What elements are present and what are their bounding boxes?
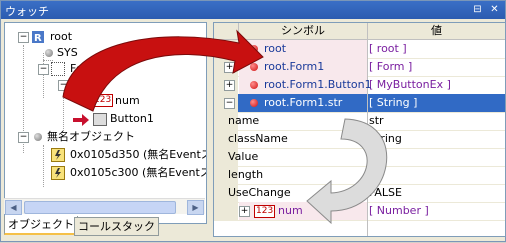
object-tree[interactable]: − R root SYS − Form − abc str 123 num Bu… [4,22,207,224]
grid-header-gutter [214,23,239,40]
tab-object[interactable]: オブジェクト [4,216,78,235]
expand-icon[interactable]: + [224,80,235,91]
symbol-cell: length [228,168,264,181]
event-icon [51,166,65,180]
expand-icon[interactable]: + [224,62,235,73]
symbol-cell: UseChange [228,186,291,199]
symbol-cell: root [264,42,287,55]
table-row[interactable]: name str [214,112,505,131]
scroll-left-icon[interactable]: ◀ [5,200,22,215]
tree-label: 0x0105c300 (無名Eventス [70,166,207,179]
object-dot-icon [250,63,258,71]
value-column-header[interactable]: 値 [368,23,505,40]
symbol-cell-background [239,40,367,58]
symbol-cell: className [228,132,288,145]
number-icon: 123 [254,205,276,218]
tree-label: SYS [57,46,78,59]
object-dot-icon [250,99,258,107]
table-row[interactable]: + root.Form1.Button1[ MyButtonEx ] [214,76,505,95]
value-cell[interactable]: str [369,112,384,130]
table-row[interactable]: className String [214,130,505,149]
tree-label: Form [70,62,98,75]
symbol-cell: name [228,114,260,127]
tree-label: 0x0105d350 (無名Eventス [70,148,207,161]
expand-icon[interactable]: + [224,44,235,55]
collapse-icon[interactable]: − [224,98,235,109]
tab-call-stack[interactable]: コールスタック [74,217,159,236]
root-object-icon: R [32,31,44,44]
tree-label: str [93,78,108,91]
table-row[interactable]: + root [ root ] [214,40,505,59]
symbol-cell: num [278,204,303,217]
scroll-thumb[interactable] [24,201,176,214]
value-cell[interactable]: String [369,130,402,148]
number-icon: 123 [92,94,114,107]
value-cell[interactable]: [ root ] [369,40,407,58]
symbol-column-header[interactable]: シンボル [239,23,368,40]
symbol-cell: root.Form1 [264,60,325,73]
horizontal-scrollbar[interactable]: ◀ ▶ [4,198,205,215]
symbol-cell: Value [228,150,259,163]
window-title: ウォッチ [5,5,49,18]
watch-grid[interactable]: シンボル 値 + root[ root ] + root.Form1[ Form ] +… [213,22,506,237]
collapse-icon[interactable]: − [18,32,29,43]
symbol-cell: root.Form1.str [264,96,343,109]
scroll-right-icon[interactable]: ▶ [187,200,204,215]
tree-label: Button1 [110,112,154,125]
table-row[interactable]: length 0 [214,166,505,185]
object-icon [34,133,42,141]
tree-label: root [50,30,73,43]
string-icon: abc [72,80,89,90]
value-cell[interactable]: [ String ] [369,94,417,112]
button-icon [93,113,107,126]
value-cell[interactable]: [ Number ] [369,202,429,220]
column-divider[interactable] [367,40,368,236]
collapse-icon[interactable]: − [38,64,49,75]
close-button[interactable]: ✕ [488,4,501,16]
pointer-arrow-icon [73,114,89,126]
object-icon [45,49,53,57]
symbol-cell: root.Form1.Button1 [264,78,372,91]
value-cell[interactable]: 0 [369,166,376,184]
collapse-icon[interactable]: − [58,80,69,91]
table-row[interactable]: Value [214,148,505,167]
object-dot-icon [250,81,258,89]
table-row[interactable]: + root.Form1 [ Form ] [214,58,505,77]
value-cell[interactable]: [ Form ] [369,58,412,76]
pin-button[interactable]: ⊟ [471,4,484,16]
value-cell[interactable]: FALSE [369,184,402,202]
pane-tabs: オブジェクト コールスタック [4,216,205,236]
watch-window: ウォッチ ⊟ ✕ − R root SYS − Form − abc str 1… [0,0,506,242]
tree-label: num [115,94,140,107]
tree-label: 無名オブジェクト [47,130,135,143]
expand-icon[interactable]: + [239,206,250,217]
value-cell[interactable]: [ MyButtonEx ] [369,76,451,94]
title-bar: ウォッチ ⊟ ✕ [1,1,505,19]
pane-splitter[interactable] [207,22,211,236]
table-row[interactable]: − root.Form1.str [ String ] [214,94,505,113]
svg-text:R: R [34,33,42,44]
row-gutter [214,202,238,220]
form-icon [51,62,65,76]
event-icon [51,148,65,162]
table-row[interactable]: UseChange FALSE [214,184,505,203]
collapse-icon[interactable]: − [18,132,29,143]
table-row[interactable]: +123 num [ Number ] [214,202,505,221]
object-dot-icon [250,45,258,53]
